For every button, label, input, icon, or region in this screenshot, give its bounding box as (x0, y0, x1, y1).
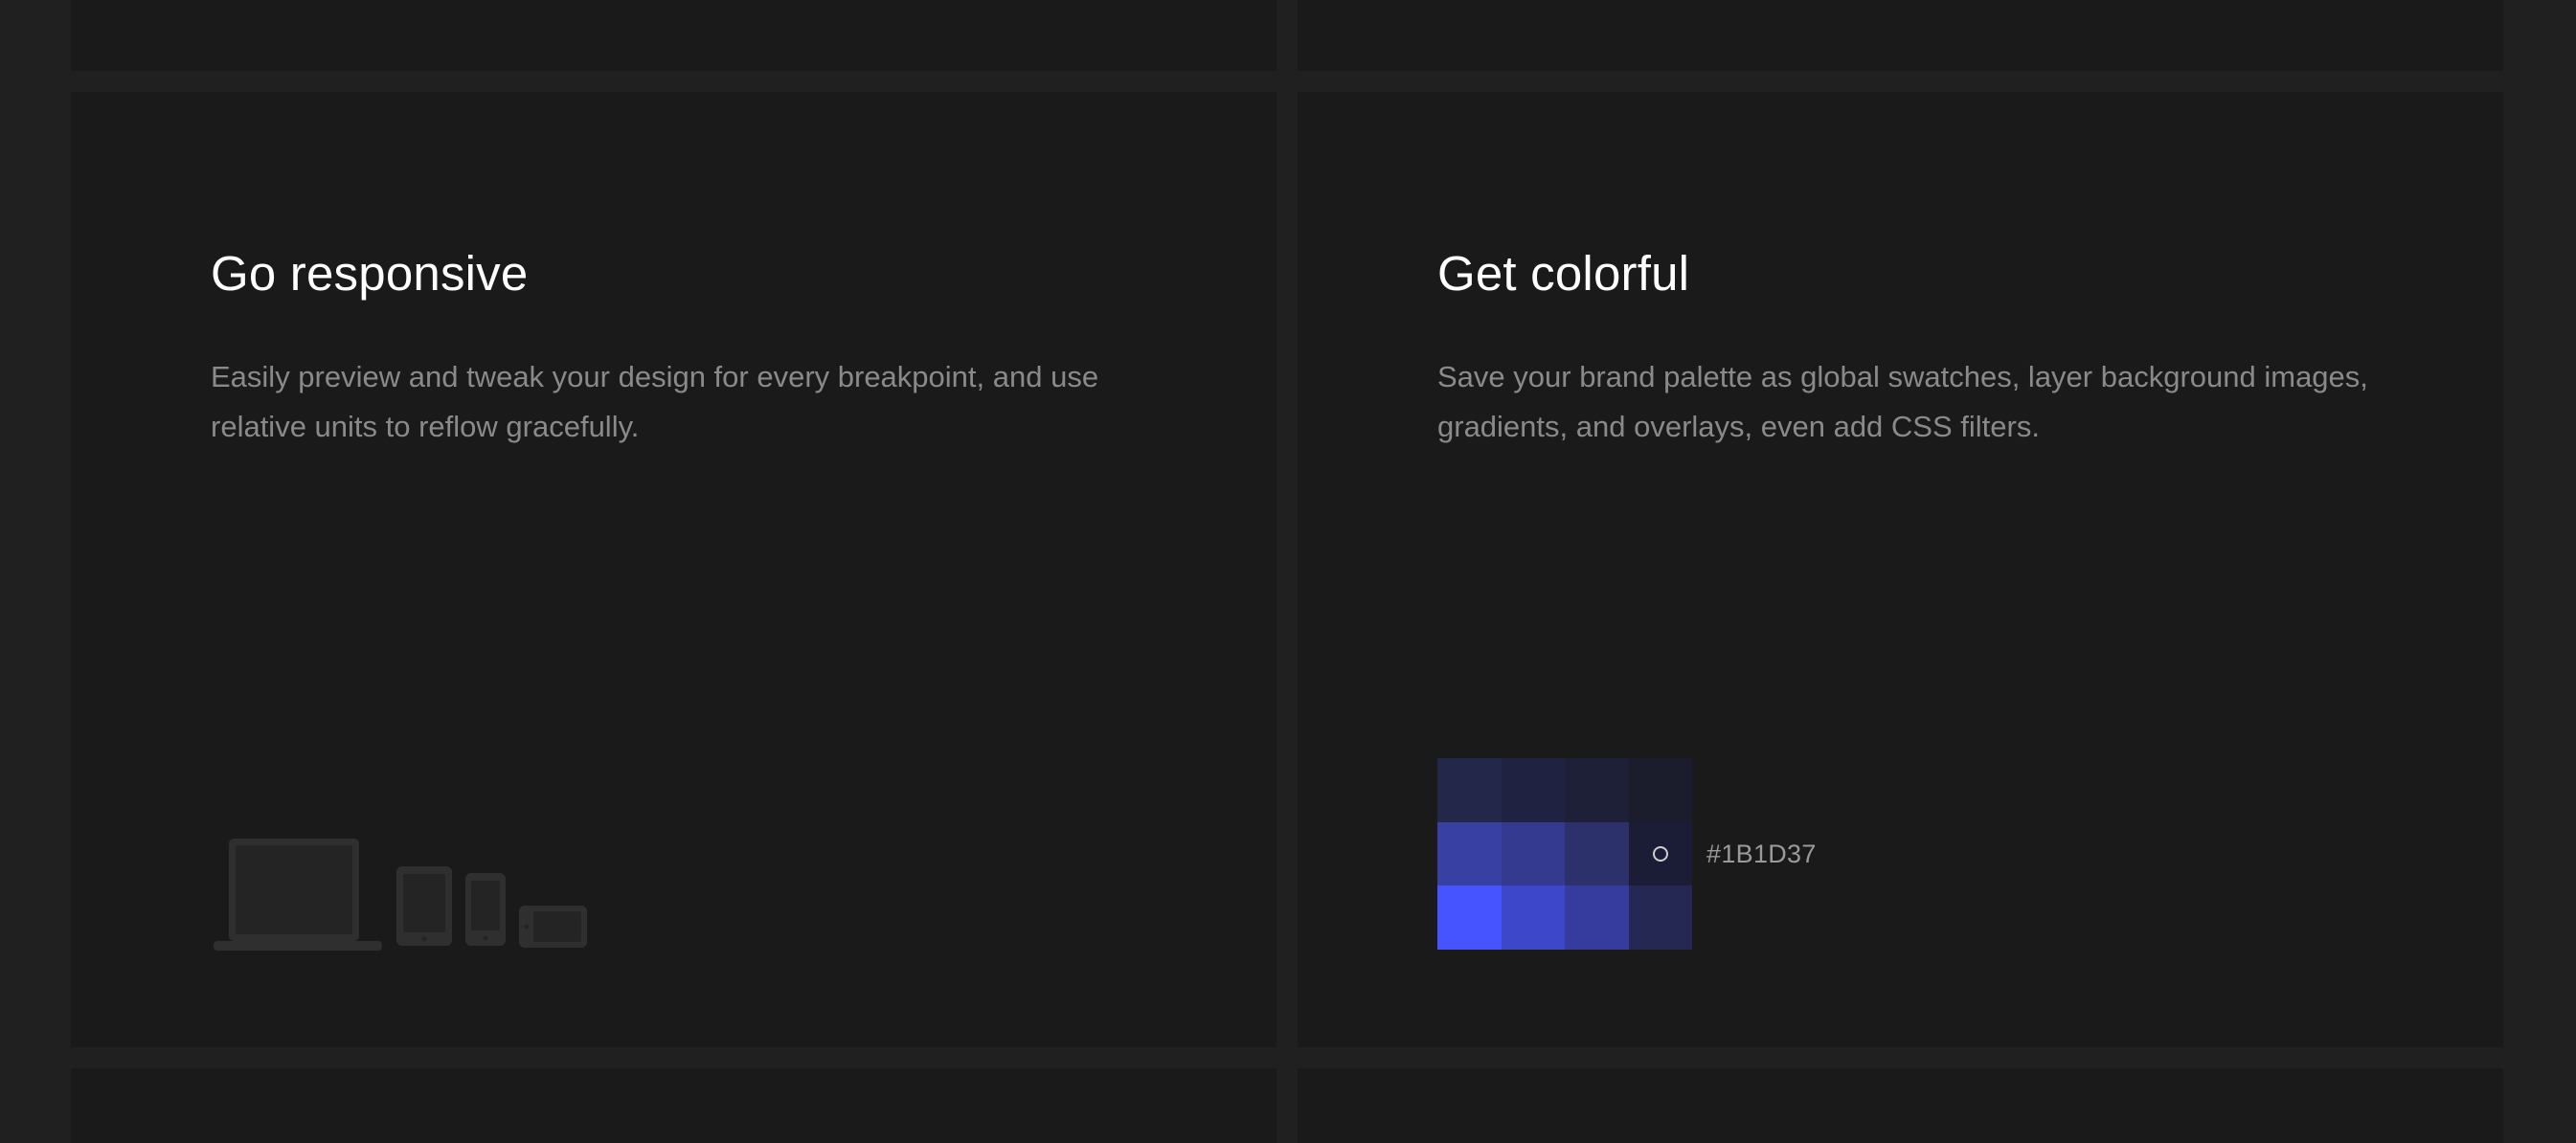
color-swatch-grid (1437, 758, 1692, 950)
page: Go responsive Easily preview and tweak y… (0, 0, 2576, 1143)
color-swatch[interactable] (1501, 758, 1565, 822)
color-swatch[interactable] (1501, 885, 1565, 950)
phone-icon (465, 873, 506, 946)
color-swatch[interactable] (1565, 885, 1629, 950)
feature-description: Save your brand palette as global swatch… (1437, 360, 2368, 443)
feature-card-top-right (1298, 0, 2503, 71)
color-picker-ring-icon (1652, 845, 1668, 862)
color-swatch[interactable] (1437, 758, 1502, 822)
color-swatch[interactable] (1437, 821, 1502, 886)
color-swatch[interactable] (1437, 885, 1502, 950)
color-swatch[interactable] (1628, 885, 1692, 950)
feature-card-bottom-left (71, 1068, 1277, 1143)
feature-card-colorful: Get colorful Save your brand palette as … (1298, 92, 2503, 1047)
color-swatch[interactable] (1628, 758, 1692, 822)
color-swatch[interactable] (1565, 821, 1629, 886)
color-swatch[interactable] (1501, 821, 1565, 886)
color-swatch[interactable] (1628, 821, 1692, 886)
feature-title: Get colorful (1437, 246, 1690, 301)
feature-title: Go responsive (211, 246, 529, 301)
feature-card-top-left (71, 0, 1277, 71)
laptop-icon (214, 839, 382, 951)
tablet-icon (396, 866, 452, 946)
color-swatch[interactable] (1565, 758, 1629, 822)
feature-description: Easily preview and tweak your design for… (211, 360, 1099, 443)
feature-card-bottom-right (1298, 1068, 2503, 1143)
feature-card-responsive: Go responsive Easily preview and tweak y… (71, 92, 1277, 1047)
devices-illustration (214, 839, 587, 951)
phone-landscape-icon (519, 906, 587, 948)
selected-color-hex: #1B1D37 (1706, 840, 1817, 868)
